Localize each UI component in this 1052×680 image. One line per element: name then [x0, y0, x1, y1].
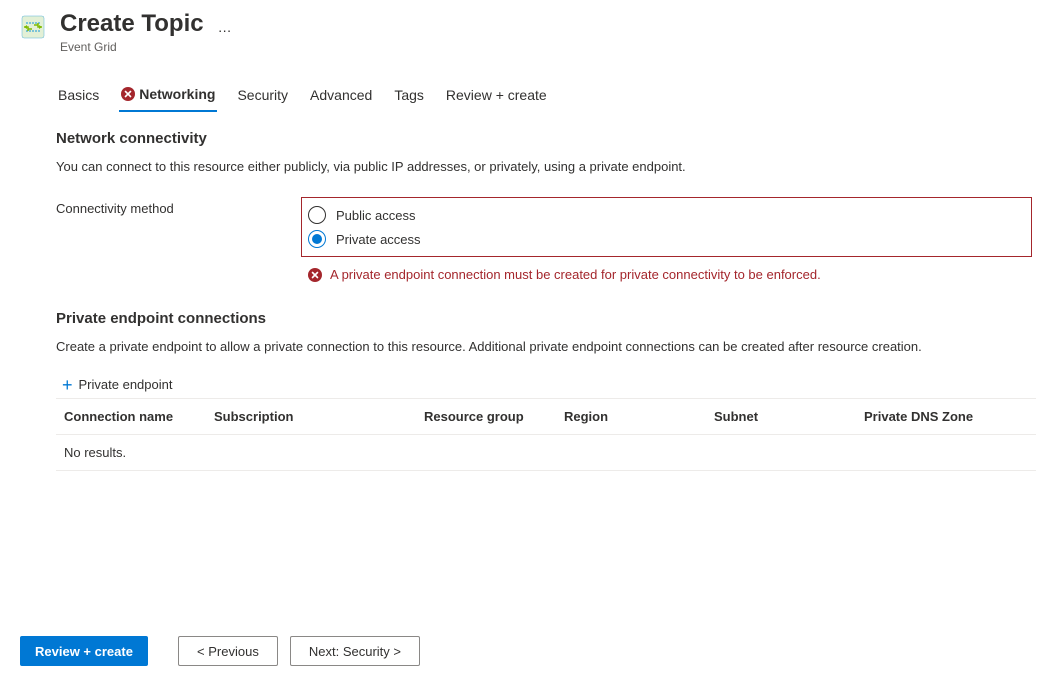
page-root: Create Topic … Event Grid Basics Network…	[0, 0, 1052, 680]
connectivity-method-label: Connectivity method	[56, 197, 301, 216]
error-text: A private endpoint connection must be cr…	[330, 267, 821, 282]
connectivity-error-message: A private endpoint connection must be cr…	[308, 267, 1032, 282]
radio-private-access[interactable]: Private access	[308, 228, 1025, 250]
col-subscription[interactable]: Subscription	[206, 399, 416, 435]
tab-bar: Basics Networking Security Advanced Tags…	[0, 54, 1052, 112]
private-endpoints-table: Connection name Subscription Resource gr…	[56, 398, 1032, 471]
review-create-button[interactable]: Review + create	[20, 636, 148, 666]
page-subtitle: Event Grid	[60, 40, 234, 54]
tab-advanced[interactable]: Advanced	[308, 82, 374, 112]
col-subnet[interactable]: Subnet	[706, 399, 856, 435]
tab-label: Tags	[394, 87, 424, 103]
table-row: No results.	[56, 435, 1036, 471]
tab-label: Security	[237, 87, 288, 103]
button-label: Review + create	[35, 644, 133, 659]
col-region[interactable]: Region	[556, 399, 706, 435]
add-private-endpoint-label: Private endpoint	[79, 377, 173, 392]
connectivity-radio-group: Public access Private access	[301, 197, 1032, 257]
next-button[interactable]: Next: Security >	[290, 636, 420, 666]
connectivity-method-row: Connectivity method Public access Privat…	[56, 197, 1032, 257]
tab-label: Networking	[139, 86, 215, 102]
footer-actions: Review + create < Previous Next: Securit…	[0, 628, 1052, 674]
col-private-dns[interactable]: Private DNS Zone	[856, 399, 1036, 435]
radio-label: Public access	[336, 208, 415, 223]
col-resource-group[interactable]: Resource group	[416, 399, 556, 435]
page-title: Create Topic	[60, 10, 204, 38]
tab-security[interactable]: Security	[235, 82, 290, 112]
tab-basics[interactable]: Basics	[56, 82, 101, 112]
button-label: Next: Security >	[309, 644, 401, 659]
tab-label: Basics	[58, 87, 99, 103]
table-header-row: Connection name Subscription Resource gr…	[56, 399, 1036, 435]
tab-review-create[interactable]: Review + create	[444, 82, 549, 112]
empty-message: No results.	[56, 435, 1036, 471]
error-icon	[121, 87, 135, 101]
plus-icon: +	[62, 378, 73, 392]
content-area: Network connectivity You can connect to …	[0, 112, 1052, 471]
more-actions-button[interactable]: …	[218, 13, 234, 35]
connectivity-description: You can connect to this resource either …	[56, 159, 1032, 175]
page-header: Create Topic … Event Grid	[0, 0, 1052, 54]
eventgrid-icon	[20, 14, 46, 40]
section-heading-connectivity: Network connectivity	[56, 130, 1032, 147]
header-text-block: Create Topic … Event Grid	[60, 10, 234, 54]
add-private-endpoint-button[interactable]: + Private endpoint	[62, 377, 1032, 392]
tab-networking[interactable]: Networking	[119, 82, 217, 112]
button-label: < Previous	[197, 644, 259, 659]
tab-label: Advanced	[310, 87, 372, 103]
radio-label: Private access	[336, 232, 421, 247]
radio-icon	[308, 206, 326, 224]
tab-label: Review + create	[446, 87, 547, 103]
error-icon	[308, 268, 322, 282]
previous-button[interactable]: < Previous	[178, 636, 278, 666]
col-connection-name[interactable]: Connection name	[56, 399, 206, 435]
radio-public-access[interactable]: Public access	[308, 204, 1025, 226]
private-endpoints-description: Create a private endpoint to allow a pri…	[56, 339, 1032, 355]
radio-icon	[308, 230, 326, 248]
section-heading-private-endpoints: Private endpoint connections	[56, 310, 1032, 327]
tab-tags[interactable]: Tags	[392, 82, 426, 112]
